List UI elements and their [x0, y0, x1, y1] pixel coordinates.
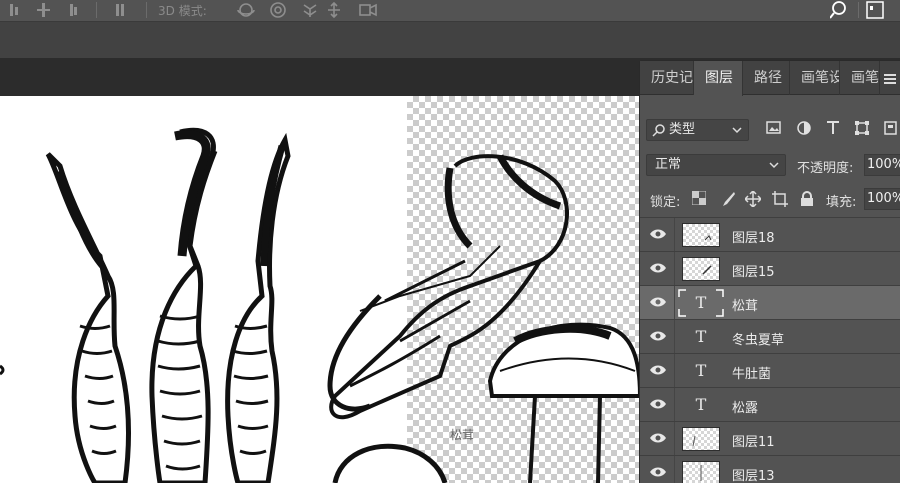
divider [674, 286, 675, 320]
layer-row[interactable]: T 冬虫夏草 [640, 319, 900, 354]
eye-icon[interactable] [649, 330, 667, 342]
text-layer-icon: T [695, 395, 707, 414]
divider [674, 354, 675, 388]
fill-field[interactable]: 100% [864, 188, 900, 210]
3d-mode-label: 3D 模式: [158, 4, 207, 18]
thumbnail-art [702, 265, 712, 275]
eye-icon[interactable] [649, 432, 667, 444]
lock-label: 锁定: [650, 195, 681, 210]
separator [858, 2, 859, 18]
blend-mode-select[interactable]: 正常 [646, 154, 786, 176]
eye-icon[interactable] [649, 262, 667, 274]
layer-filter-row: 类型 [640, 113, 900, 141]
opacity-field[interactable]: 100% [864, 154, 900, 176]
layer-thumbnail [682, 223, 720, 247]
lock-transparent-pixels-icon[interactable] [692, 191, 706, 205]
layer-row[interactable]: 图层18 [640, 217, 900, 252]
tab-brush-settings[interactable]: 画笔设 [790, 61, 840, 95]
layer-row[interactable]: 图层15 [640, 251, 900, 286]
layers-list: 图层18 图层15 T 松茸 T 冬虫夏草 T 牛肚菌 T 松露 图层11 图层… [640, 217, 900, 483]
adjustment-layer-filter-icon[interactable] [797, 121, 813, 135]
divider [674, 388, 675, 422]
panel-menu-icon[interactable] [884, 74, 896, 84]
lock-position-icon[interactable] [745, 191, 761, 207]
distribute-icon[interactable] [114, 1, 130, 19]
search-icon [652, 124, 665, 137]
divider [674, 456, 675, 483]
lock-artboard-icon[interactable] [772, 191, 788, 207]
divider [674, 218, 675, 252]
layer-name[interactable]: 图层15 [732, 261, 775, 280]
layer-name[interactable]: 图层18 [732, 227, 775, 246]
porcini-drawing [487, 322, 640, 483]
document-tab-area [0, 22, 900, 58]
layer-name[interactable]: 牛肚菌 [732, 363, 771, 382]
pixel-layer-filter-icon[interactable] [766, 121, 782, 135]
search-icon[interactable] [830, 1, 850, 19]
lock-all-icon[interactable] [800, 191, 814, 207]
separator [96, 2, 97, 18]
shape-layer-filter-icon[interactable] [855, 121, 871, 135]
tab-brushes[interactable]: 画笔 [840, 61, 880, 95]
cordyceps-drawing [45, 127, 291, 483]
fill-label: 填充: [826, 195, 857, 210]
layer-name[interactable]: 松茸 [732, 295, 758, 314]
tab-layers[interactable]: 图层 [694, 61, 743, 96]
divider [674, 422, 675, 456]
text-layer-icon: T [695, 327, 707, 346]
type-layer-filter-icon[interactable] [826, 121, 842, 135]
lock-image-pixels-icon[interactable] [720, 191, 736, 207]
layer-name[interactable]: 图层11 [732, 431, 775, 450]
layer-thumbnail [682, 257, 720, 281]
opacity-label: 不透明度: [797, 161, 854, 176]
layer-name[interactable]: 冬虫夏草 [732, 329, 784, 348]
layer-name[interactable]: 图层13 [732, 465, 775, 483]
divider [674, 320, 675, 354]
layer-row-selected[interactable]: T 松茸 [640, 285, 900, 320]
eye-icon[interactable] [649, 228, 667, 240]
layer-row[interactable]: T 牛肚菌 [640, 353, 900, 388]
ink-illustration [0, 127, 640, 483]
canvas-text-label[interactable]: 松茸 [450, 426, 474, 443]
tab-history[interactable]: 历史记 [640, 61, 694, 95]
layer-row[interactable]: 图层13 [640, 455, 900, 483]
layer-thumbnail [682, 427, 720, 451]
chevron-down-icon [732, 127, 742, 134]
layer-kind-value: 类型 [669, 122, 696, 137]
layer-name[interactable]: 松露 [732, 397, 758, 416]
layers-panel: 历史记 图层 路径 画笔设 画笔 类型 正常 不透明度: 100 锁定: 填充:… [639, 60, 900, 483]
workspace-icon[interactable] [866, 1, 886, 19]
eye-icon[interactable] [649, 466, 667, 478]
thumbnail-art [692, 435, 696, 447]
layer-row[interactable]: 图层11 [640, 421, 900, 456]
separator [146, 2, 147, 18]
panel-tab-bar: 历史记 图层 路径 画笔设 画笔 [640, 61, 900, 96]
layer-row[interactable]: T 松露 [640, 387, 900, 422]
chevron-down-icon [769, 162, 779, 169]
divider [674, 252, 675, 286]
truffle-drawing [332, 443, 448, 483]
align-icons[interactable] [8, 1, 78, 19]
thumbnail-art [704, 235, 712, 241]
document-canvas[interactable]: 松茸 [0, 96, 640, 483]
smart-object-filter-icon[interactable] [884, 121, 898, 135]
eye-icon[interactable] [649, 364, 667, 376]
text-layer-icon: T [695, 293, 707, 312]
text-layer-icon: T [695, 361, 707, 380]
eye-icon[interactable] [649, 296, 667, 308]
layer-thumbnail [682, 461, 720, 483]
photoshop-window: 3D 模式: 松茸 历史记 图层 路径 画笔设 画笔 类型 正常 不透明度: 1… [0, 0, 900, 483]
3d-tool-icons[interactable] [234, 1, 394, 19]
partial-drawing [0, 364, 5, 376]
blend-mode-value: 正常 [655, 157, 682, 172]
eye-icon[interactable] [649, 398, 667, 410]
thumbnail-art [700, 465, 702, 481]
options-bar: 3D 模式: [0, 0, 900, 22]
tab-paths[interactable]: 路径 [743, 61, 790, 95]
layer-kind-filter[interactable]: 类型 [646, 119, 749, 141]
